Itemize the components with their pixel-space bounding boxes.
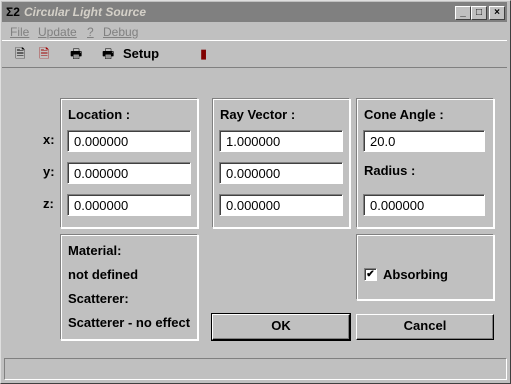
ray-vector-x-field[interactable]: 1.000000 [219,130,343,152]
material-value: not defined [68,267,139,282]
absorbing-label[interactable]: Absorbing [383,267,448,282]
cone-angle-label: Cone Angle : [364,107,444,122]
setup-button[interactable]: Setup [123,46,159,61]
cancel-button[interactable]: Cancel [356,314,494,340]
ray-vector-z-field[interactable]: 0.000000 [219,194,343,216]
radius-field[interactable]: 0.000000 [363,194,485,216]
scatterer-value: Scatterer - no effect [68,315,191,330]
location-y-field[interactable]: 0.000000 [67,162,191,184]
ok-button[interactable]: OK [211,313,351,341]
ray-vector-y-field[interactable]: 0.000000 [219,162,343,184]
print-setup-icon[interactable]: 🖶 [102,46,114,61]
app-icon: Σ2 [6,5,20,19]
ray-vector-heading: Ray Vector : [220,107,296,122]
menu-debug[interactable]: Debug [103,25,138,39]
axis-label-z: z: [43,196,54,211]
menu-help[interactable]: ? [87,25,94,39]
radius-label: Radius : [364,163,416,178]
maximize-button[interactable]: □ [471,6,487,20]
location-heading: Location : [68,107,131,122]
close-button[interactable]: × [489,6,505,20]
save-document-icon[interactable]: 🗎 [39,46,49,61]
location-x-field[interactable]: 0.000000 [67,130,191,152]
title-bar[interactable]: Σ2 Circular Light Source _ □ × [2,2,507,22]
menu-bar: File Update ? Debug [2,22,507,40]
menu-update[interactable]: Update [38,25,77,39]
minimize-button[interactable]: _ [455,6,471,20]
exit-door-icon[interactable]: ▮ [200,46,207,61]
menu-file[interactable]: File [10,25,29,39]
toolbar: 🗎 🗎 🖶 🖶 Setup ▮ [2,40,507,68]
location-z-field[interactable]: 0.000000 [67,194,191,216]
status-bar [4,358,507,380]
cone-angle-field[interactable]: 20.0 [363,130,485,152]
axis-label-y: y: [43,164,55,179]
print-icon[interactable]: 🖶 [70,46,82,61]
new-document-icon[interactable]: 🗎 [15,46,25,61]
window-title: Circular Light Source [24,5,147,19]
material-label: Material: [68,243,122,258]
axis-label-x: x: [43,132,55,147]
scatterer-label: Scatterer: [68,291,129,306]
absorbing-checkbox[interactable]: ✔ [364,268,377,281]
